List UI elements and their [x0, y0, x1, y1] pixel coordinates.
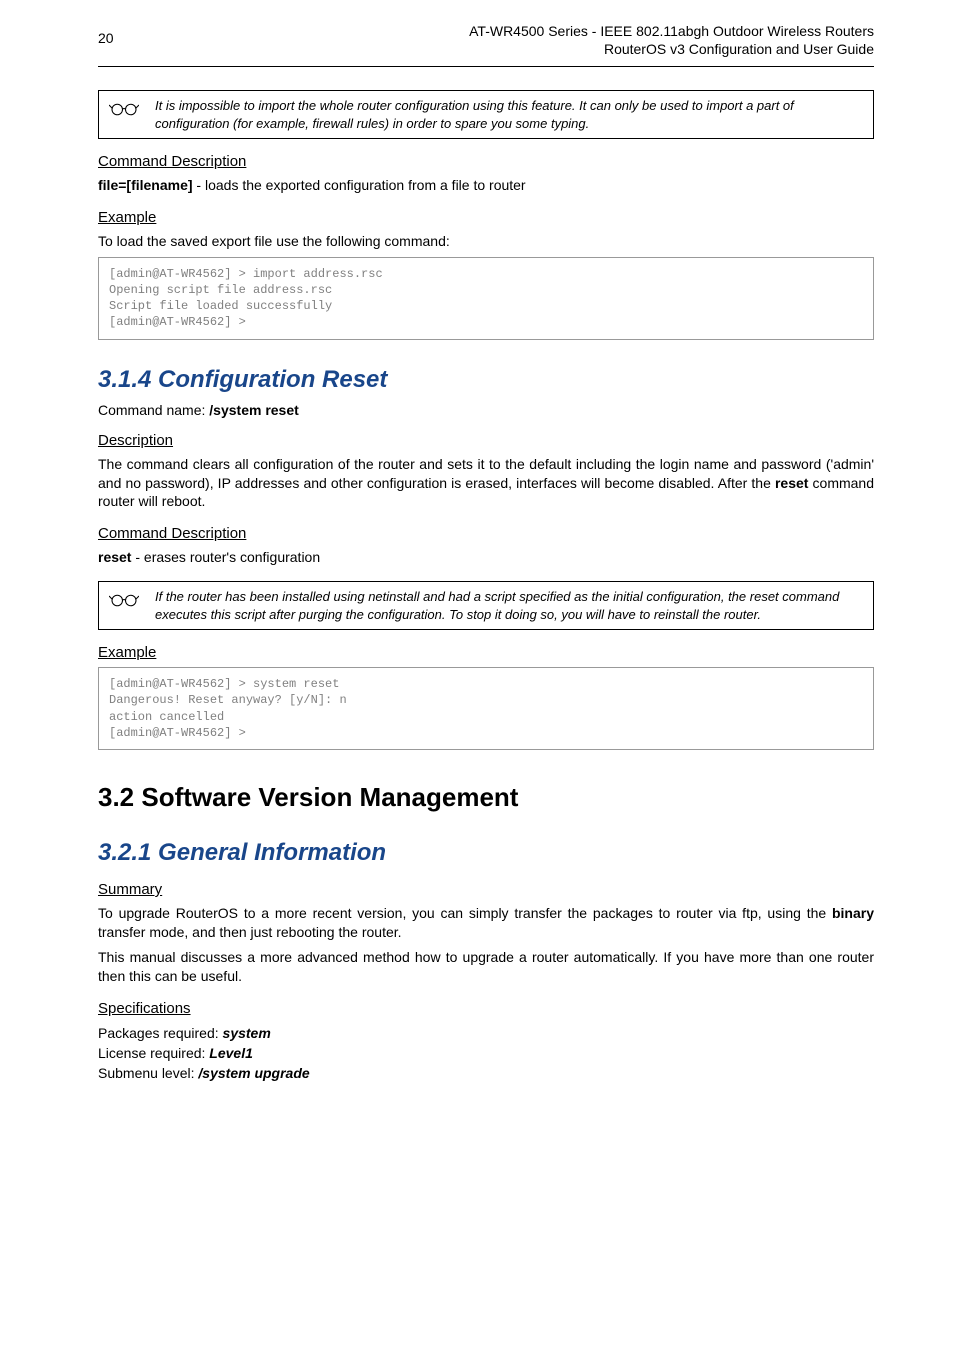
- reset-option-line: reset - erases router's configuration: [98, 548, 874, 567]
- reset-option-key: reset: [98, 549, 131, 565]
- summary-paragraph-2: This manual discusses a more advanced me…: [98, 948, 874, 986]
- glasses-icon: [109, 99, 141, 120]
- command-name-label: Command name:: [98, 402, 209, 418]
- summary-p1a: To upgrade RouterOS to a more recent ver…: [98, 905, 832, 921]
- spec-submenu-value: /system upgrade: [198, 1065, 309, 1081]
- header-divider: [98, 66, 874, 69]
- heading-example-1: Example: [98, 209, 874, 226]
- spec-submenu-label: Submenu level:: [98, 1065, 198, 1081]
- file-option-line: file=[filename] - loads the exported con…: [98, 176, 874, 195]
- example1-intro: To load the saved export file use the fo…: [98, 232, 874, 251]
- note-box-reset: If the router has been installed using n…: [98, 581, 874, 630]
- heading-command-description-2: Command Description: [98, 525, 874, 542]
- command-name-value: /system reset: [209, 402, 299, 418]
- spec-packages-label: Packages required:: [98, 1025, 223, 1041]
- heading-example-2: Example: [98, 644, 874, 661]
- page-number: 20: [98, 30, 114, 46]
- spec-license-label: License required:: [98, 1045, 209, 1061]
- spec-submenu: Submenu level: /system upgrade: [98, 1063, 874, 1083]
- note-text-import: It is impossible to import the whole rou…: [155, 97, 863, 132]
- desc-text-1: The command clears all configuration of …: [98, 456, 874, 491]
- note-box-import: It is impossible to import the whole rou…: [98, 90, 874, 139]
- heading-description: Description: [98, 432, 874, 449]
- heading-specifications: Specifications: [98, 1000, 874, 1017]
- note-text-reset: If the router has been installed using n…: [155, 588, 863, 623]
- description-paragraph: The command clears all configuration of …: [98, 455, 874, 512]
- specifications-block: Packages required: system License requir…: [98, 1023, 874, 1084]
- code-block-reset: [admin@AT-WR4562] > system reset Dangero…: [98, 667, 874, 750]
- header-line-2: RouterOS v3 Configuration and User Guide: [469, 40, 874, 58]
- file-option-desc: - loads the exported configuration from …: [193, 177, 526, 193]
- summary-p1b: transfer mode, and then just rebooting t…: [98, 924, 402, 940]
- header-line-1: AT-WR4500 Series - IEEE 802.11abgh Outdo…: [469, 22, 874, 40]
- spec-packages: Packages required: system: [98, 1023, 874, 1043]
- heading-3-2-1: 3.2.1 General Information: [98, 839, 874, 867]
- heading-summary: Summary: [98, 881, 874, 898]
- heading-3-2: 3.2 Software Version Management: [98, 782, 874, 813]
- spec-license-value: Level1: [209, 1045, 253, 1061]
- summary-binary-bold: binary: [832, 905, 874, 921]
- file-option-key: file=[filename]: [98, 177, 193, 193]
- spec-license: License required: Level1: [98, 1043, 874, 1063]
- page-header: AT-WR4500 Series - IEEE 802.11abgh Outdo…: [469, 22, 874, 58]
- command-name-line: Command name: /system reset: [98, 402, 874, 418]
- heading-command-description-1: Command Description: [98, 153, 874, 170]
- desc-reset-bold: reset: [775, 475, 808, 491]
- reset-option-desc: - erases router's configuration: [131, 549, 320, 565]
- spec-packages-value: system: [223, 1025, 271, 1041]
- heading-3-1-4: 3.1.4 Configuration Reset: [98, 366, 874, 394]
- summary-paragraph-1: To upgrade RouterOS to a more recent ver…: [98, 904, 874, 942]
- code-block-import: [admin@AT-WR4562] > import address.rsc O…: [98, 257, 874, 340]
- glasses-icon: [109, 590, 141, 611]
